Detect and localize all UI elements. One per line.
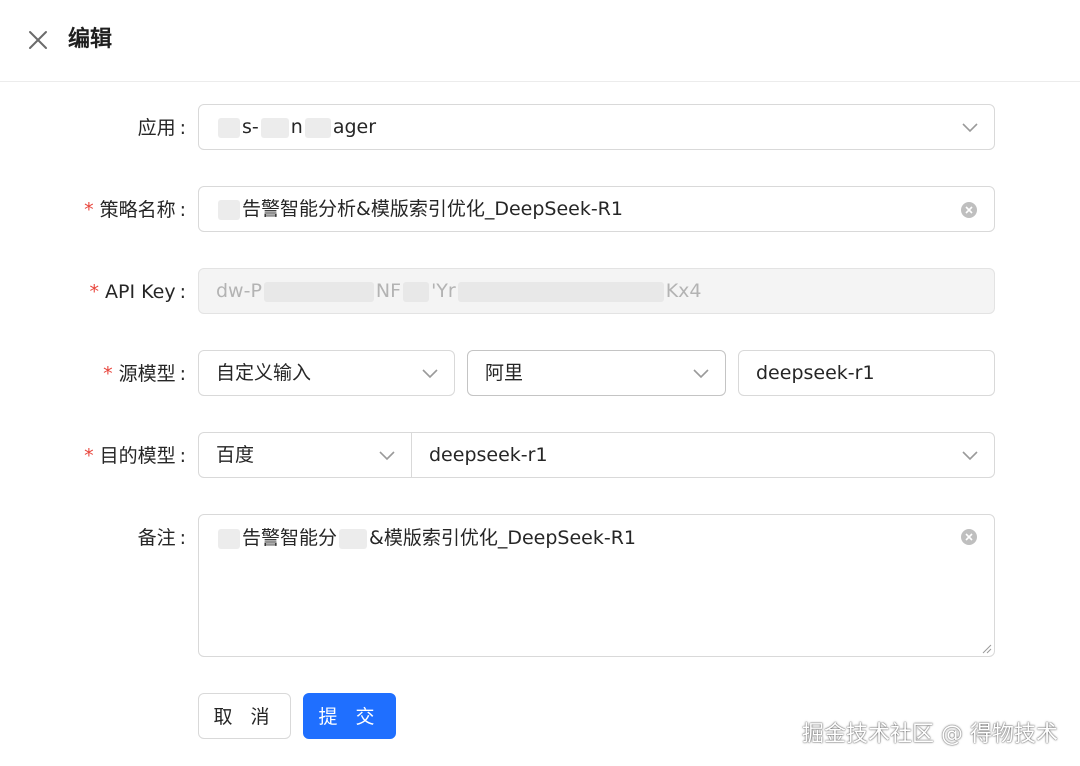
api-key-label: * API Key: [89,281,186,303]
target-model-select[interactable]: deepseek-r1 [412,433,994,477]
submit-button[interactable]: 提 交 [303,693,396,739]
source-type-value: 自定义输入 [216,362,312,384]
clear-icon[interactable] [960,201,978,219]
remark-value: 告警智能分 &模版索引优化_DeepSeek-R1 [216,526,636,550]
api-key-input: dw-P NF 'Yr Kx4 [198,268,995,314]
target-vendor-value: 百度 [216,444,255,466]
source-model-input[interactable]: deepseek-r1 [738,350,995,396]
strategy-name-label: * 策略名称: [84,199,186,221]
chevron-down-icon [379,451,395,461]
app-select-value: s-n ager [216,115,376,139]
source-vendor-value: 阿里 [485,362,524,384]
remark-textarea[interactable]: 告警智能分 &模版索引优化_DeepSeek-R1 [198,514,995,657]
target-model-label: * 目的模型: [84,445,186,467]
dialog-header: 编辑 [0,0,1080,82]
watermark: 掘金技术社区 @ 得物技术 [802,722,1058,747]
app-label: 应用: [137,117,186,139]
target-model-group: 百度 deepseek-r1 [198,432,995,478]
close-icon[interactable] [26,28,50,52]
api-key-value: dw-P NF 'Yr Kx4 [216,280,702,302]
strategy-name-input[interactable]: 告警智能分析&模版索引优化_DeepSeek-R1 [198,186,995,232]
clear-icon[interactable] [960,528,978,546]
source-model-label: * 源模型: [103,363,186,385]
source-vendor-select[interactable]: 阿里 [467,350,726,396]
app-select[interactable]: s-n ager [198,104,995,150]
source-type-select[interactable]: 自定义输入 [198,350,455,396]
chevron-down-icon [962,123,978,133]
dialog-title: 编辑 [68,27,113,52]
chevron-down-icon [693,369,709,379]
target-model-value: deepseek-r1 [429,444,548,466]
cancel-button[interactable]: 取 消 [198,693,291,739]
resize-handle-icon[interactable] [980,642,992,654]
source-model-value: deepseek-r1 [756,362,875,384]
chevron-down-icon [962,451,978,461]
chevron-down-icon [422,369,438,379]
target-vendor-select[interactable]: 百度 [199,433,412,477]
strategy-name-value: 告警智能分析&模版索引优化_DeepSeek-R1 [216,197,623,221]
remark-label: 备注: [137,527,186,549]
